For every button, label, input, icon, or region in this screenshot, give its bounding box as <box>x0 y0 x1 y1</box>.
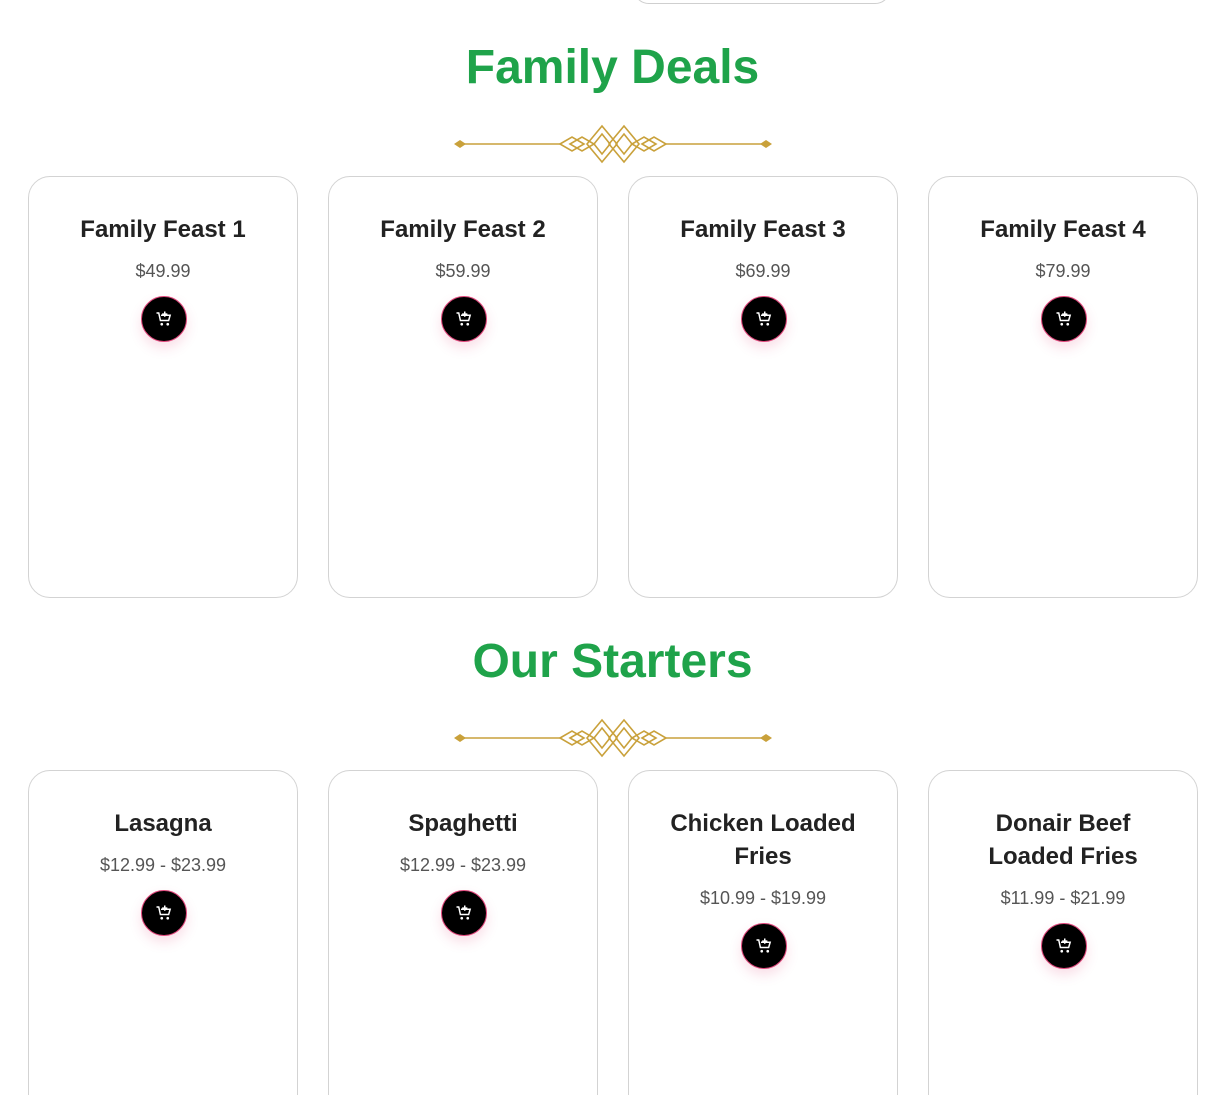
product-price: $10.99 - $19.99 <box>699 888 827 908</box>
add-to-cart-icon <box>156 311 172 326</box>
product-card[interactable]: Spaghetti $12.99 - $23.99 <box>328 770 598 1095</box>
product-price: $12.99 - $23.99 <box>399 855 527 875</box>
product-name[interactable]: Family Feast 4 <box>968 213 1158 246</box>
add-to-cart-icon <box>756 311 772 326</box>
product-card[interactable]: Lasagna $12.99 - $23.99 <box>28 770 298 1095</box>
product-card[interactable]: Family Feast 1 $49.99 <box>28 176 298 598</box>
add-to-cart-button[interactable] <box>1041 923 1087 969</box>
add-to-cart-button[interactable] <box>741 923 787 969</box>
add-to-cart-icon <box>1056 938 1072 953</box>
product-card[interactable]: Donair Beef Loaded Fries $11.99 - $21.99 <box>928 770 1198 1095</box>
add-to-cart-icon <box>156 905 172 920</box>
section-title-our-starters: Our Starters <box>472 635 753 688</box>
product-card[interactable]: Family Feast 3 $69.99 <box>628 176 898 598</box>
product-price: $59.99 <box>435 261 491 281</box>
product-name[interactable]: Lasagna <box>68 807 258 840</box>
add-to-cart-icon <box>756 938 772 953</box>
add-to-cart-button[interactable] <box>441 296 487 342</box>
previous-section-card-edge <box>633 0 891 4</box>
product-card[interactable]: Family Feast 2 $59.99 <box>328 176 598 598</box>
section-title-family-deals: Family Deals <box>465 41 760 94</box>
add-to-cart-button[interactable] <box>741 296 787 342</box>
add-to-cart-button[interactable] <box>1041 296 1087 342</box>
add-to-cart-icon <box>1056 311 1072 326</box>
product-price: $69.99 <box>735 261 791 281</box>
product-name[interactable]: Family Feast 3 <box>668 213 858 246</box>
product-name[interactable]: Family Feast 2 <box>368 213 558 246</box>
add-to-cart-icon <box>456 311 472 326</box>
product-price: $11.99 - $21.99 <box>1000 888 1126 908</box>
product-price: $49.99 <box>135 261 191 281</box>
product-card[interactable]: Chicken Loaded Fries $10.99 - $19.99 <box>628 770 898 1095</box>
menu-page: Family Deals Family Feast 1 $49.99 Famil… <box>0 0 1225 1095</box>
product-price: $79.99 <box>1035 261 1091 281</box>
product-name[interactable]: Chicken Loaded Fries <box>668 807 858 873</box>
add-to-cart-button[interactable] <box>441 890 487 936</box>
ornament-divider-icon <box>454 124 772 164</box>
product-name[interactable]: Donair Beef Loaded Fries <box>968 807 1158 873</box>
product-name[interactable]: Family Feast 1 <box>68 213 258 246</box>
ornament-divider-icon <box>454 718 772 758</box>
product-name[interactable]: Spaghetti <box>368 807 558 840</box>
product-price: $12.99 - $23.99 <box>99 855 227 875</box>
product-card[interactable]: Family Feast 4 $79.99 <box>928 176 1198 598</box>
add-to-cart-icon <box>456 905 472 920</box>
add-to-cart-button[interactable] <box>141 296 187 342</box>
add-to-cart-button[interactable] <box>141 890 187 936</box>
